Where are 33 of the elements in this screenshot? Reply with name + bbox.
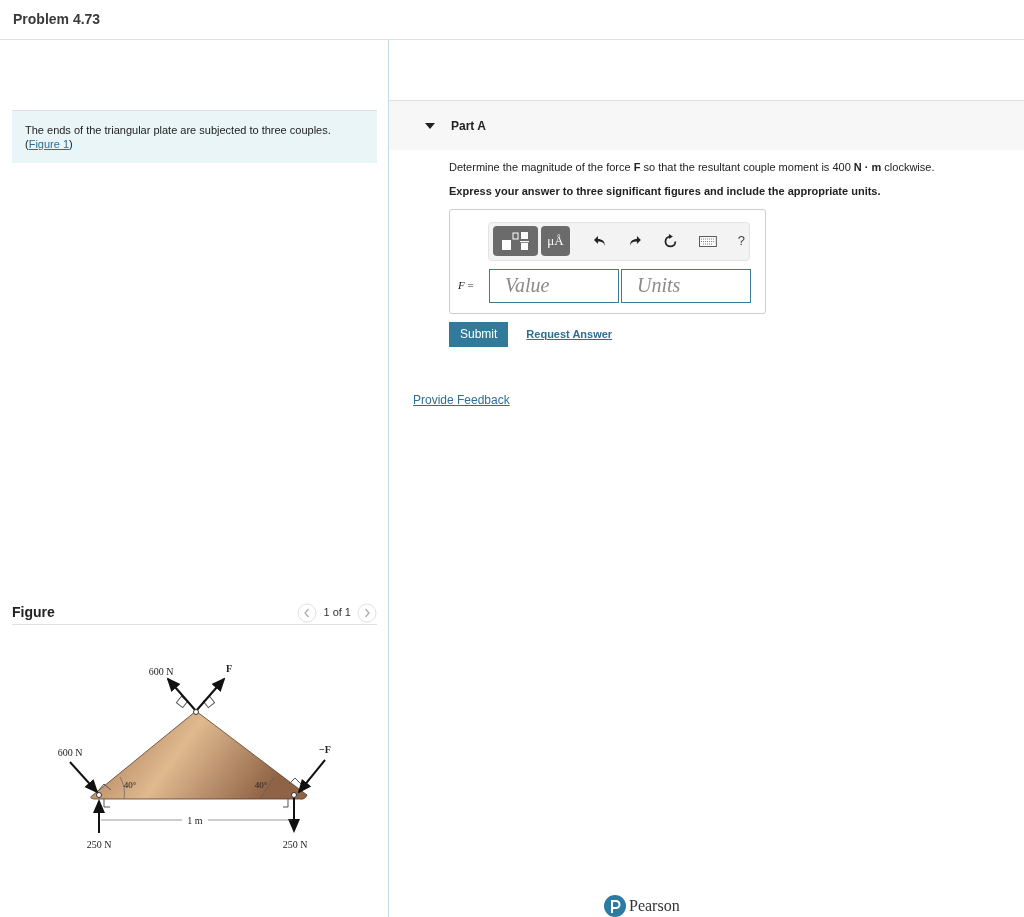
question-text: Determine the magnitude of the force F so that the resultant couple moment is 400 N · m clockwise. — [449, 160, 936, 174]
page-counter: 1 of 1 — [323, 605, 351, 621]
part-header[interactable]: Part A — [389, 100, 1024, 150]
figure-label: 600 N — [148, 666, 174, 677]
keyboard-icon[interactable] — [698, 235, 717, 247]
variable-label: F = — [458, 278, 475, 294]
request-answer-link[interactable]: Request Answer — [526, 325, 613, 343]
part-title: Part A — [451, 117, 486, 135]
fraction-template-icon — [500, 231, 531, 251]
submit-button[interactable]: Submit — [449, 321, 509, 347]
units-field[interactable]: Units — [621, 268, 751, 303]
figure-label: 250 N — [86, 839, 112, 850]
footer-brand: Pearson — [629, 896, 680, 916]
undo-icon[interactable] — [593, 234, 608, 248]
instruction-text: Express your answer to three significant figures and include the appropriate units. — [449, 184, 882, 199]
figure-label: 600 N — [57, 747, 83, 758]
figure-label: F — [225, 663, 233, 674]
figure-label: 40° — [254, 780, 268, 790]
template-button[interactable] — [493, 226, 538, 256]
reset-icon[interactable] — [663, 233, 678, 249]
figure-label: −F — [319, 744, 331, 755]
value-field[interactable]: Value — [489, 268, 619, 303]
feedback-link[interactable]: Provide Feedback — [413, 390, 510, 409]
units-button[interactable]: μÅ — [540, 226, 571, 256]
figure-heading: Figure — [12, 603, 55, 622]
figure-label: 1 m — [187, 815, 203, 826]
figure-label: 40° — [123, 780, 137, 790]
problem-title: Problem 4.73 — [13, 10, 101, 29]
redo-icon[interactable] — [628, 234, 643, 248]
help-button[interactable]: ? — [737, 231, 745, 251]
figure-label: 250 N — [282, 839, 308, 850]
intro-text: The ends of the triangular plate are subjected to three couples. (Figure 1) — [25, 123, 332, 151]
pearson-logo-icon — [604, 895, 626, 917]
